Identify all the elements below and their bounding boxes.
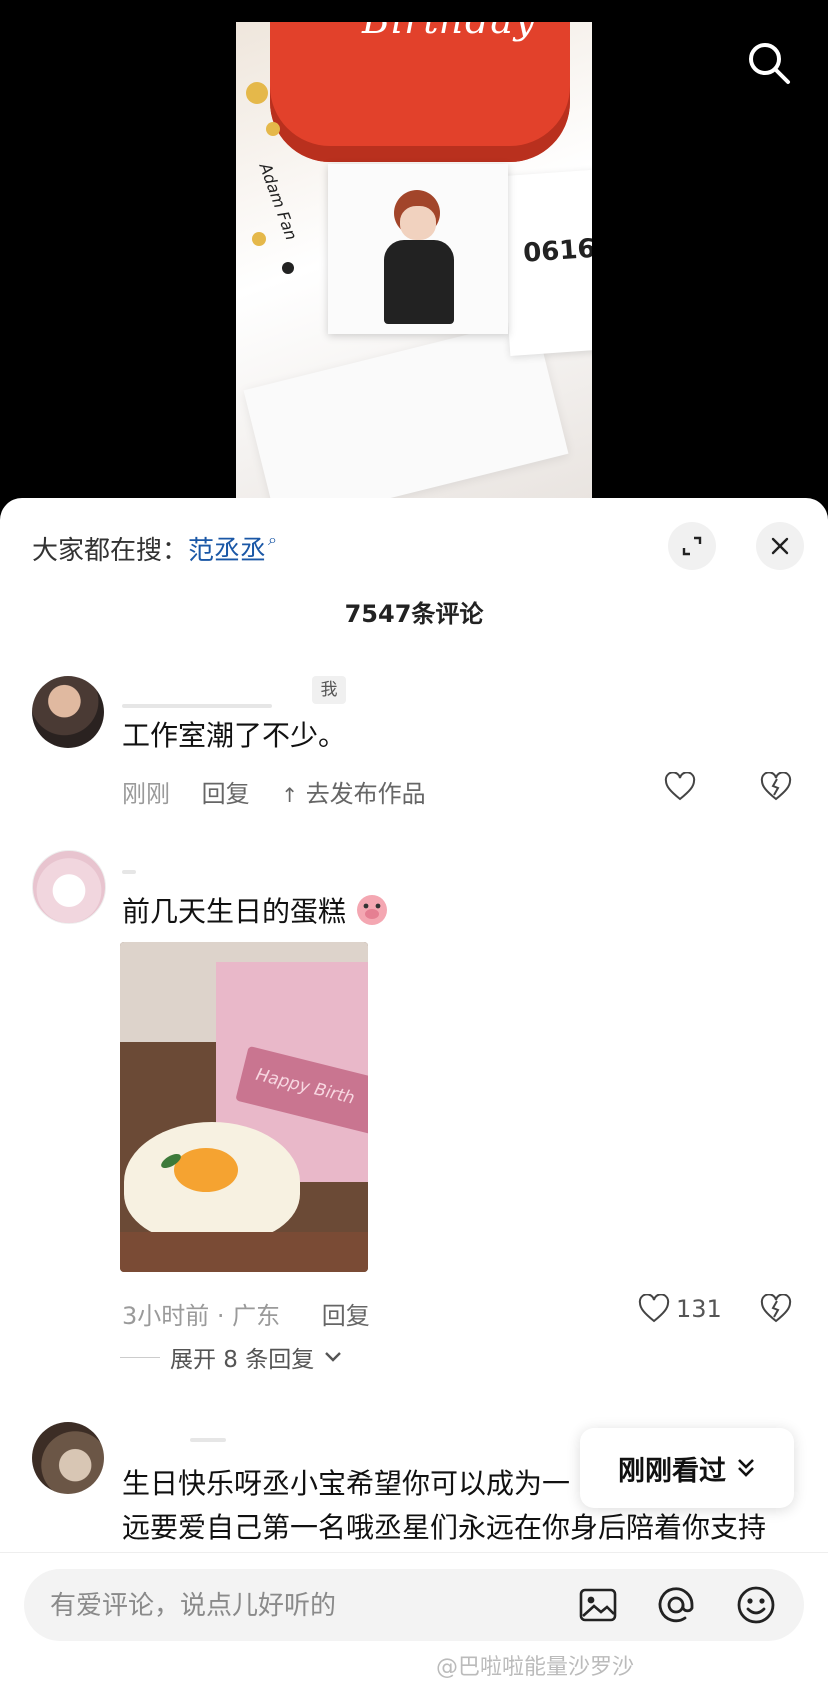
recently-viewed-button[interactable]: 刚刚看过 — [580, 1428, 794, 1508]
cake-image: Birthday — [270, 22, 570, 162]
photo-card — [328, 164, 508, 334]
heart-icon — [638, 1294, 670, 1323]
like-count: 131 — [676, 1295, 722, 1323]
broken-heart-icon — [760, 1293, 792, 1323]
emoji-button[interactable] — [734, 1583, 778, 1627]
mention-button[interactable] — [654, 1583, 698, 1627]
hot-search-keyword[interactable]: 范丞丞 — [188, 536, 266, 566]
image-button[interactable] — [576, 1583, 620, 1627]
gold-decoration — [266, 122, 280, 136]
close-button[interactable] — [756, 522, 804, 570]
comment-input-bar: @巴啦啦能量沙罗沙 — [0, 1552, 828, 1684]
avatar[interactable] — [32, 1422, 104, 1494]
expand-replies-button[interactable]: 展开 8 条回复 — [120, 1340, 342, 1374]
recently-viewed-label: 刚刚看过 — [618, 1455, 726, 1487]
comment-text: 生日快乐呀丞小宝希望你可以成为一 — [122, 1467, 571, 1500]
table-surface — [120, 1232, 368, 1272]
expand-replies-label: 展开 8 条回复 — [170, 1347, 315, 1373]
like-button[interactable] — [664, 772, 696, 802]
publish-work-label: 去发布作品 — [305, 780, 426, 808]
upload-icon: ↑︎ — [281, 783, 299, 807]
comment-time-location: 3小时前 · 广东 — [122, 1302, 281, 1330]
like-button[interactable]: 131 — [638, 1294, 722, 1324]
comment-text: 工作室潮了不少。 — [122, 719, 347, 752]
gold-decoration — [252, 232, 266, 246]
username[interactable] — [122, 704, 272, 708]
divider — [120, 1356, 160, 1358]
comment-input-container[interactable] — [24, 1569, 804, 1643]
image-icon — [579, 1588, 617, 1622]
comment-image[interactable]: Happy Birth — [120, 942, 368, 1272]
reply-button[interactable]: 回复 — [322, 1302, 370, 1330]
small-search-icon: ⌕ — [268, 530, 277, 549]
orange-topping — [174, 1148, 238, 1192]
avatar[interactable] — [32, 676, 104, 748]
cake-text: Birthday — [362, 22, 536, 42]
pig-emoji-icon — [356, 895, 387, 925]
comment-text-continued: 远要爱自己第一名哦丞星们永远在你身后陪着你支持 — [122, 1511, 767, 1544]
watermark: @巴啦啦能量沙罗沙 — [436, 1655, 635, 1680]
publish-work-button[interactable]: ↑︎ 去发布作品 — [281, 780, 425, 808]
dislike-button[interactable] — [760, 1293, 792, 1328]
me-badge: 我 — [312, 676, 346, 704]
comment-sheet: 大家都在搜：范丞丞 ⌕ 7547条评论 我 工作室潮了不少。 刚刚 回复 ↑︎ 去… — [0, 498, 828, 1683]
broken-heart-icon — [760, 771, 792, 801]
comment-time: 刚刚 — [122, 780, 170, 808]
figure-body — [384, 240, 454, 324]
dislike-button[interactable] — [760, 771, 792, 806]
side-script: Adam Fan — [255, 160, 302, 243]
search-icon — [749, 43, 790, 84]
heart-icon — [664, 772, 696, 801]
number-card: 0616 — [497, 168, 592, 356]
username[interactable] — [122, 870, 136, 874]
avatar[interactable] — [32, 850, 106, 924]
expand-fullscreen-button[interactable] — [668, 522, 716, 570]
heart-decoration — [282, 262, 294, 274]
expand-icon — [682, 536, 702, 556]
username[interactable] — [190, 1438, 226, 1442]
close-icon — [771, 537, 789, 555]
reply-button[interactable]: 回复 — [202, 780, 250, 808]
chevron-down-icon — [325, 1352, 342, 1362]
comment-meta: 刚刚 回复 ↑︎ 去发布作品 — [122, 774, 426, 809]
smiley-icon — [737, 1586, 775, 1624]
search-button[interactable] — [744, 38, 794, 88]
at-sign-icon — [658, 1587, 694, 1623]
comment-input[interactable] — [48, 1569, 552, 1643]
video-frame[interactable]: Birthday Adam Fan 0616 — [236, 22, 592, 500]
double-chevron-down-icon — [738, 1459, 754, 1477]
comment-count: 7547条评论 — [344, 600, 484, 628]
comment-text: 前几天生日的蛋糕 — [122, 895, 347, 928]
comment-item: 我 工作室潮了不少。 刚刚 回复 ↑︎ 去发布作品 — [0, 676, 828, 826]
cake-topper-text: Happy Birth — [253, 1064, 357, 1109]
comment-meta: 3小时前 · 广东 回复 — [122, 1296, 370, 1331]
hot-search-prefix: 大家都在搜： — [32, 536, 189, 566]
gold-decoration — [246, 82, 268, 104]
video-area[interactable]: Birthday Adam Fan 0616 — [0, 0, 828, 500]
comment-item: 前几天生日的蛋糕 Happy Birth 3小时前 · 广东 回复 131 — [0, 850, 828, 1330]
hot-search: 大家都在搜：范丞丞 ⌕ — [32, 530, 277, 567]
number-card-text: 0616 — [522, 233, 592, 269]
comment-text-line: 前几天生日的蛋糕 — [122, 890, 389, 934]
figure-face — [400, 206, 436, 240]
